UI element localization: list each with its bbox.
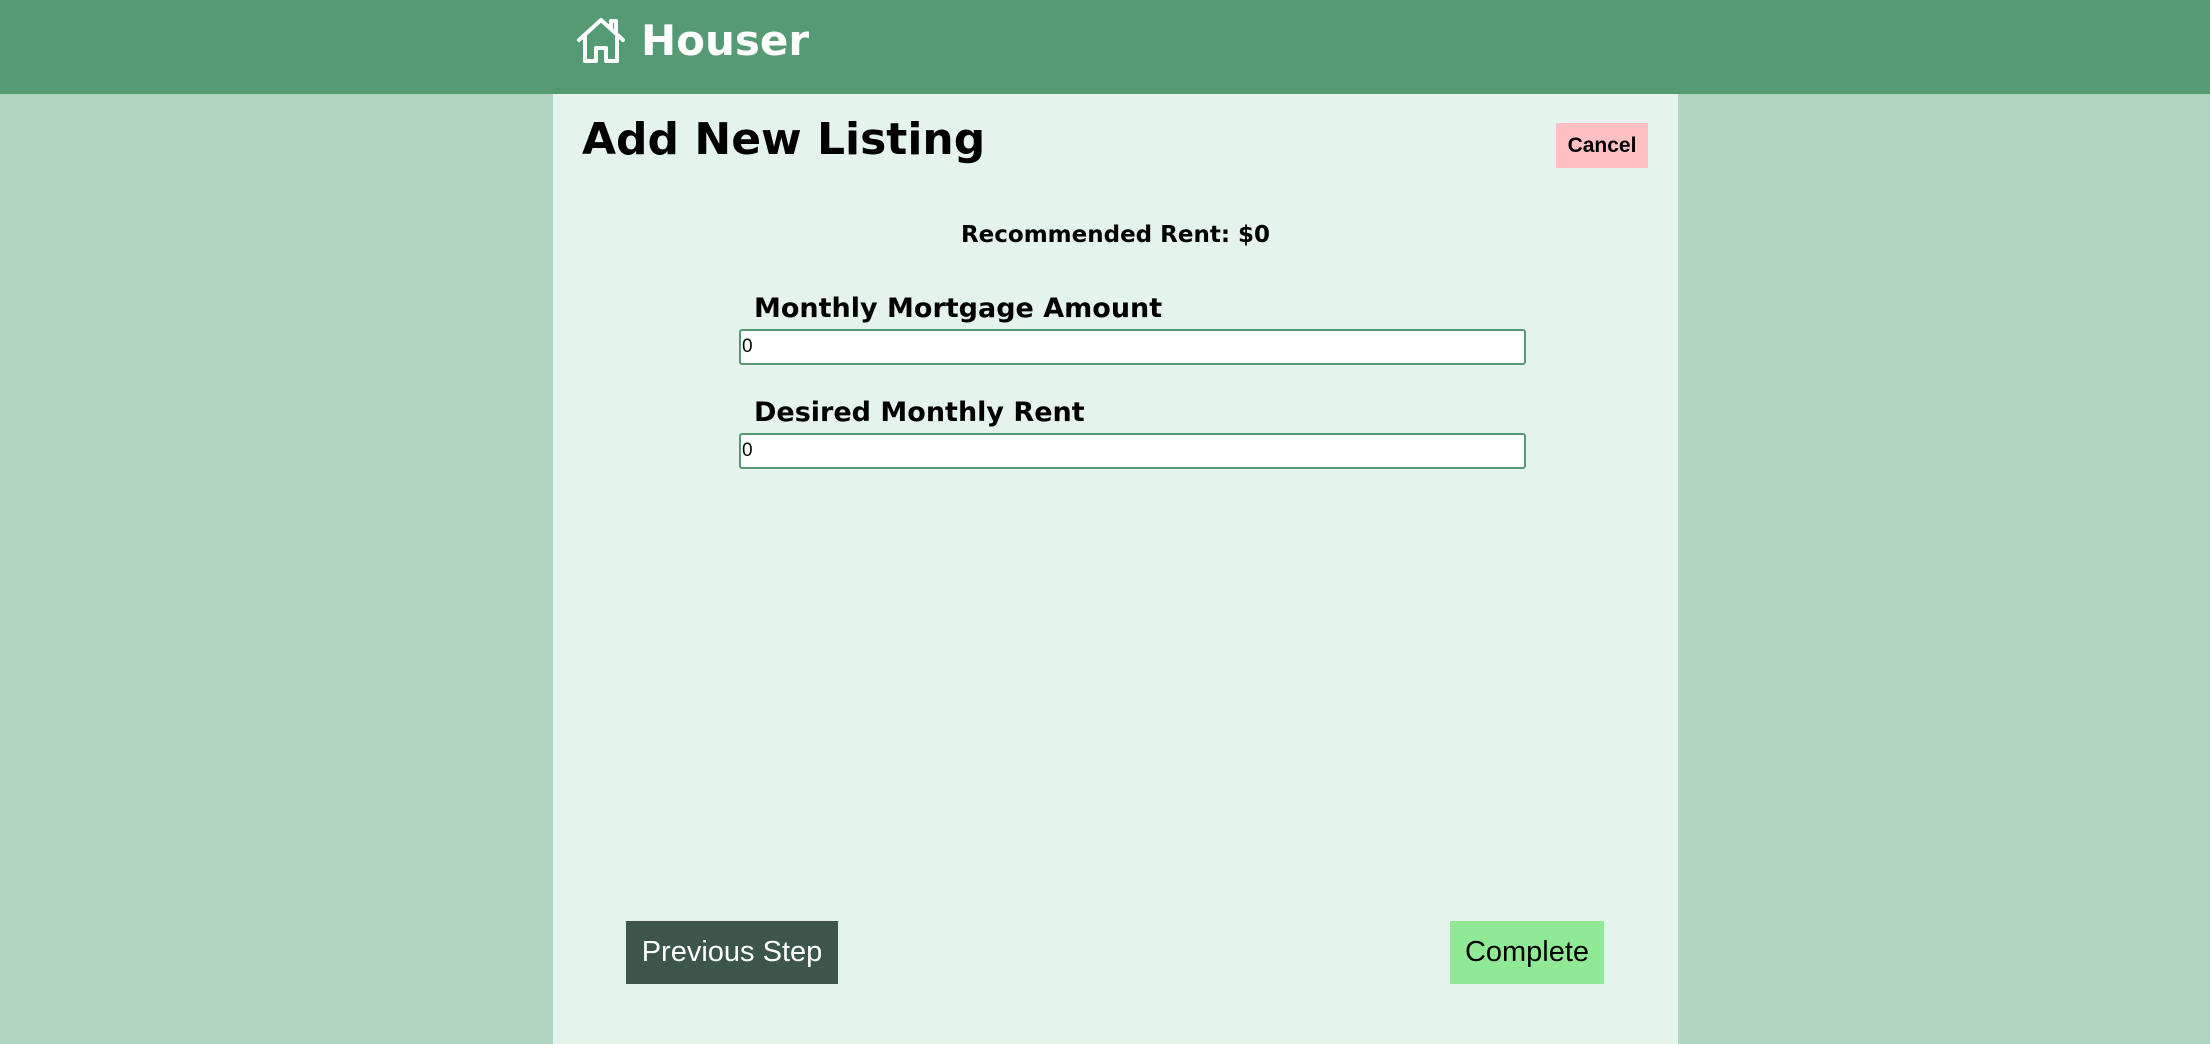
page-title: Add New Listing	[582, 114, 986, 165]
desired-rent-input[interactable]	[739, 433, 1526, 469]
house-icon	[575, 15, 627, 65]
cancel-button[interactable]: Cancel	[1556, 123, 1648, 168]
brand-title: Houser	[641, 15, 810, 65]
desired-rent-label: Desired Monthly Rent	[754, 397, 1085, 428]
mortgage-amount-input[interactable]	[739, 329, 1526, 365]
recommended-rent-text: Recommended Rent: $0	[960, 222, 1271, 248]
previous-step-button[interactable]: Previous Step	[626, 921, 838, 984]
mortgage-amount-label: Monthly Mortgage Amount	[754, 293, 1163, 324]
complete-button[interactable]: Complete	[1450, 921, 1604, 984]
brand[interactable]: Houser	[575, 14, 809, 66]
listing-form-panel: Add New Listing Cancel Recommended Rent:…	[553, 94, 1678, 1044]
top-nav-bar: Houser	[0, 0, 2210, 94]
